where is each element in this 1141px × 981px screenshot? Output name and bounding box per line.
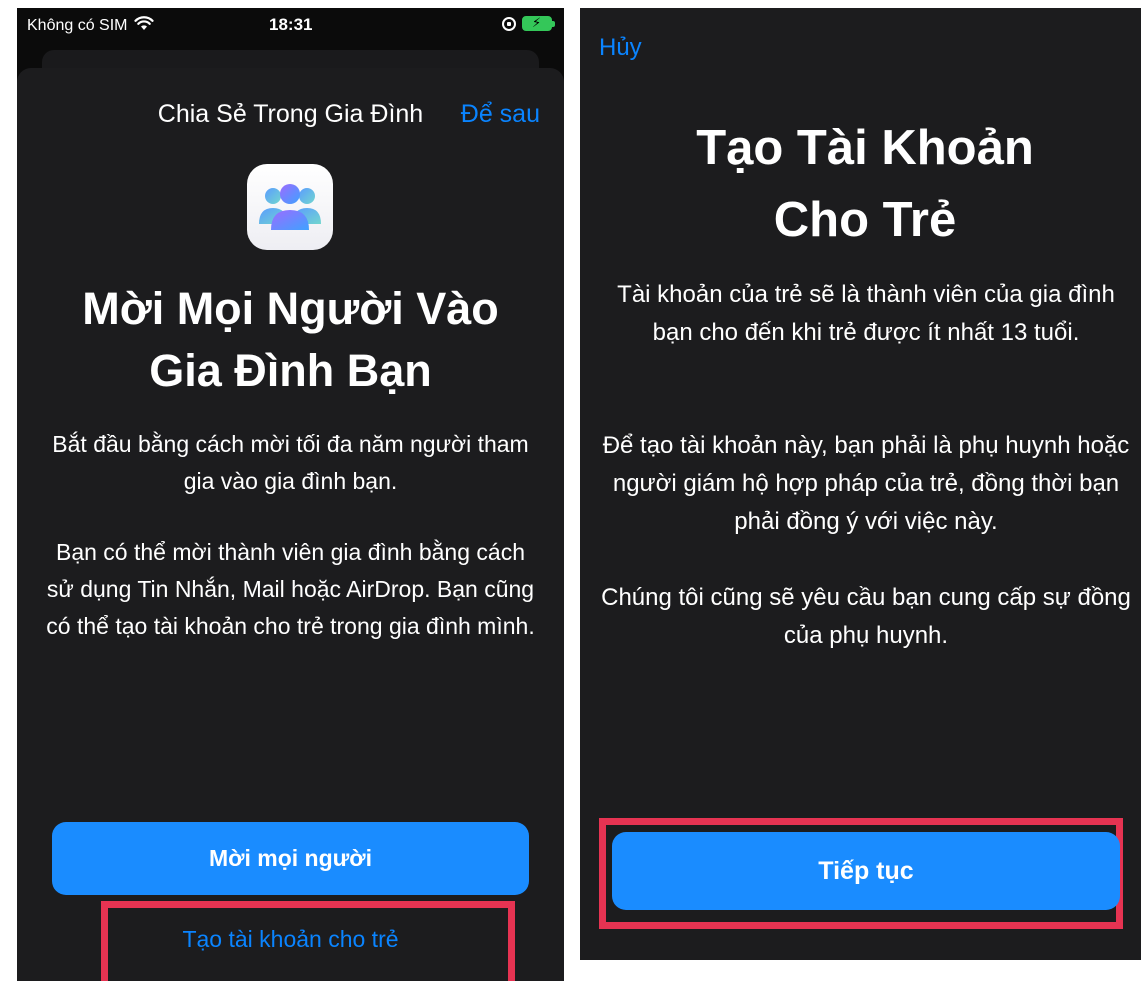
membership-paragraph: Tài khoản của trẻ sẽ là thành viên của g… [617,281,1115,346]
status-right: ⚡ [502,15,555,31]
create-child-account-button[interactable]: Tạo tài khoản cho trẻ [17,926,564,953]
battery-charging-icon: ⚡ [522,15,555,31]
orientation-lock-icon [502,16,516,31]
consent-paragraph: Chúng tôi cũng sẽ yêu cầu bạn cung cấp s… [601,584,1131,649]
child-account-title: Tạo Tài Khoản Cho Trẻ [600,112,1130,256]
page-title-line2: Gia Đình Bạn [149,345,432,396]
cancel-button[interactable]: Hủy [599,34,642,62]
left-screen: Không có SIM 18:31 ⚡ Chia Sẻ Trong Gia Đ… [17,8,564,981]
guardian-paragraph: Để tạo tài khoản này, bạn phải là phụ hu… [602,432,1130,535]
wifi-icon [133,16,154,36]
details-paragraph: Bạn có thể mời thành viên gia đình bằng … [46,539,535,639]
page-title: Mời Mọi Người Vào Gia Đình Bạn [37,278,544,402]
later-button[interactable]: Để sau [461,100,540,129]
child-account-title-line2: Cho Trẻ [773,193,957,247]
page-title-line1: Mời Mọi Người Vào [82,283,499,334]
continue-button[interactable]: Tiếp tục [612,832,1120,910]
intro-paragraph: Bắt đầu bằng cách mời tối đa năm người t… [52,431,529,494]
status-bar: Không có SIM 18:31 ⚡ [17,8,564,48]
invite-people-button[interactable]: Mời mọi người [52,822,529,895]
child-account-title-line1: Tạo Tài Khoản [696,121,1034,175]
family-sharing-sheet: Chia Sẻ Trong Gia Đình Để sau Mời Mọi Ng… [17,68,564,981]
bolt-icon: ⚡ [532,15,542,30]
status-time: 18:31 [269,15,313,34]
family-sharing-icon [247,164,333,250]
right-screen: Hủy Tạo Tài Khoản Cho Trẻ Tài khoản của … [580,8,1141,960]
carrier-label: Không có SIM [27,17,128,34]
status-left: Không có SIM [27,16,154,36]
